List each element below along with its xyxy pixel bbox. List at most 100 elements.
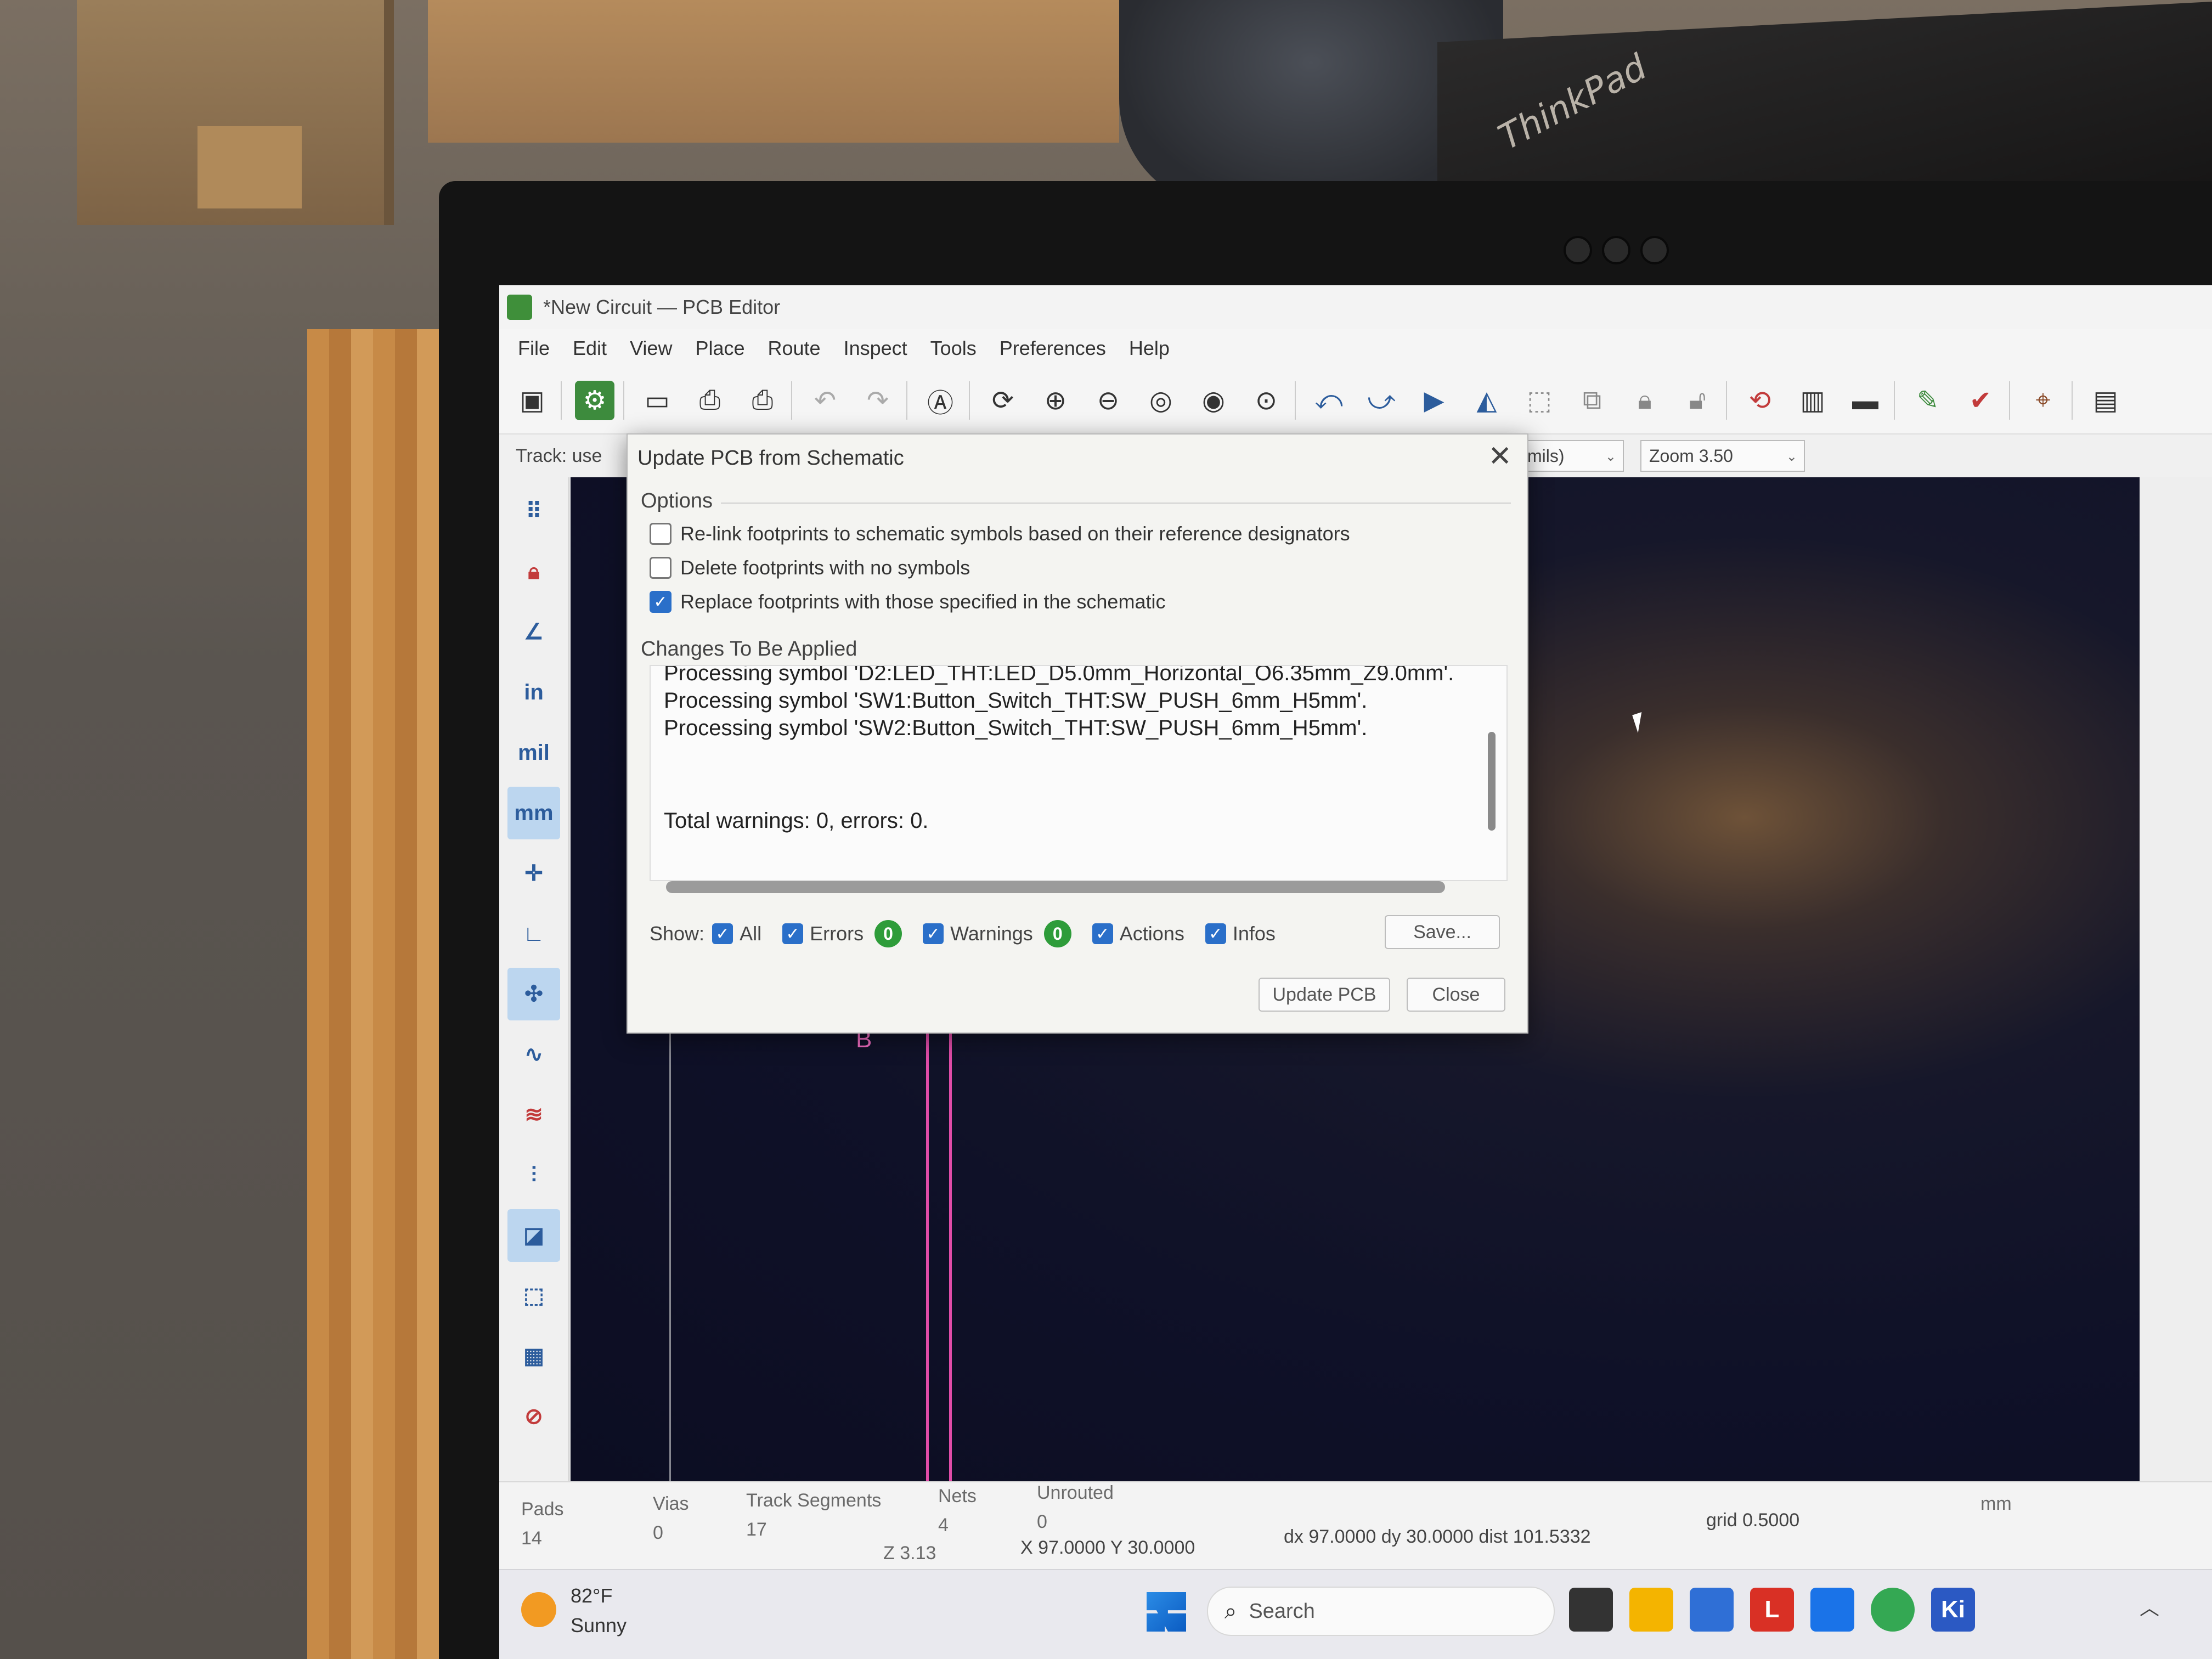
filter-warnings[interactable]: ✓ Warnings 0 <box>923 920 1071 947</box>
units-mil-button[interactable]: mil <box>507 726 560 779</box>
via-icon[interactable]: ◪ <box>507 1209 560 1262</box>
filter-infos-checkbox[interactable]: ✓ <box>1205 923 1226 944</box>
units-mm-button[interactable]: mm <box>507 787 560 839</box>
board-setup-icon[interactable]: ⚙ <box>575 381 614 420</box>
weather-condition[interactable]: Sunny <box>571 1614 627 1637</box>
filter-warnings-checkbox[interactable]: ✓ <box>923 923 944 944</box>
toolbar-separator <box>969 381 970 420</box>
group-icon[interactable]: ⬚ <box>1520 381 1559 420</box>
zoom-objects-icon[interactable]: ◉ <box>1194 381 1233 420</box>
track-outline-icon[interactable]: ⫶ <box>507 1149 560 1201</box>
zoom-selection-icon[interactable]: ⊙ <box>1246 381 1286 420</box>
horizontal-scrollbar[interactable] <box>666 881 1445 893</box>
refresh-icon[interactable]: ⟳ <box>983 381 1023 420</box>
save-report-button[interactable]: Save... <box>1385 915 1500 949</box>
menu-tools[interactable]: Tools <box>930 337 977 360</box>
menu-view[interactable]: View <box>630 337 672 360</box>
update-pcb-button[interactable]: Update PCB <box>1259 978 1390 1012</box>
menu-file[interactable]: File <box>518 337 550 360</box>
weather-temperature[interactable]: 82°F <box>571 1584 612 1607</box>
menu-place[interactable]: Place <box>695 337 744 360</box>
undo-icon[interactable]: ↶ <box>805 381 845 420</box>
track-width-label[interactable]: Track: use <box>516 445 602 467</box>
lock-icon[interactable]: 🔒︎ <box>507 545 560 598</box>
via-size-select[interactable]: mils) ⌄ <box>1520 440 1624 472</box>
rotate-ccw-icon[interactable]: ⤺ <box>1309 381 1348 420</box>
polar-coords-icon[interactable]: ∠ <box>507 606 560 658</box>
vertical-scrollbar[interactable] <box>1488 732 1496 831</box>
filter-all-label: All <box>740 922 762 945</box>
file-explorer-icon[interactable] <box>1629 1588 1673 1632</box>
chrome-icon[interactable] <box>1871 1588 1915 1632</box>
drc-icon[interactable]: ✔ <box>1961 381 2000 420</box>
sun-icon[interactable] <box>521 1592 556 1627</box>
filter-errors-checkbox[interactable]: ✓ <box>782 923 804 944</box>
close-button[interactable]: Close <box>1407 978 1505 1012</box>
ungroup-icon[interactable]: ⧉ <box>1572 381 1612 420</box>
chevron-down-icon: ⌄ <box>1605 449 1616 464</box>
right-toolbar <box>2140 477 2212 1481</box>
grid-icon[interactable]: ⠿ <box>507 485 560 538</box>
zone-outline-icon[interactable]: ▦ <box>507 1330 560 1383</box>
relink-footprints-option[interactable]: Re-link footprints to schematic symbols … <box>650 522 1350 545</box>
schematic-icon[interactable]: ⌖ <box>2023 381 2063 420</box>
tray-chevron-icon[interactable]: ︿ <box>2140 1592 2159 1621</box>
zoom-select[interactable]: Zoom 3.50 ⌄ <box>1640 440 1805 472</box>
update-pcb-icon[interactable]: ⟲ <box>1740 381 1780 420</box>
footprint-editor-icon[interactable]: ▥ <box>1793 381 1832 420</box>
toolbar-separator <box>1295 381 1296 420</box>
footprint-browser-icon[interactable]: ▬ <box>1846 381 1885 420</box>
filter-actions-checkbox[interactable]: ✓ <box>1092 923 1113 944</box>
filter-infos[interactable]: ✓ Infos <box>1205 922 1276 945</box>
menu-help[interactable]: Help <box>1129 337 1170 360</box>
zoom-fit-icon[interactable]: ◎ <box>1141 381 1181 420</box>
page-settings-icon[interactable]: ▭ <box>637 381 677 420</box>
filter-errors[interactable]: ✓ Errors 0 <box>782 920 902 947</box>
windows-start-icon[interactable] <box>1147 1592 1186 1632</box>
replace-footprints-checkbox[interactable]: ✓ <box>650 591 672 613</box>
relink-checkbox[interactable] <box>650 523 672 545</box>
delete-footprints-checkbox[interactable] <box>650 557 672 579</box>
scripting-console-icon[interactable]: ▤ <box>2086 381 2125 420</box>
netlist-icon[interactable]: ✎ <box>1908 381 1948 420</box>
zoom-out-icon[interactable]: ⊖ <box>1088 381 1128 420</box>
drc-marker-icon[interactable]: ⊘ <box>507 1390 560 1443</box>
net-highlight-icon[interactable]: ≋ <box>507 1088 560 1141</box>
print-icon[interactable]: ⎙ <box>690 381 730 420</box>
filter-all-checkbox[interactable]: ✓ <box>712 923 733 944</box>
flip-icon[interactable]: ▶ <box>1414 381 1454 420</box>
filter-actions[interactable]: ✓ Actions <box>1092 922 1184 945</box>
app-l-icon[interactable]: L <box>1750 1588 1794 1632</box>
taskbar-search[interactable]: ⌕ Search <box>1207 1587 1555 1636</box>
outlook-icon[interactable] <box>1810 1588 1854 1632</box>
tracks-stat: Track Segments 17 <box>746 1490 882 1540</box>
rotate-cw-icon[interactable]: ⤻ <box>1362 381 1401 420</box>
units-inch-button[interactable]: in <box>507 666 560 719</box>
delete-footprints-option[interactable]: Delete footprints with no symbols <box>650 556 970 579</box>
cursor-icon[interactable]: ✛ <box>507 847 560 900</box>
task-view-icon[interactable] <box>1569 1588 1613 1632</box>
menu-route[interactable]: Route <box>768 337 821 360</box>
unlock-icon[interactable]: 🔓︎ <box>1678 381 1717 420</box>
save-icon[interactable]: ▣ <box>512 381 552 420</box>
plot-icon[interactable]: ⎙ <box>743 381 782 420</box>
ratsnest-icon[interactable]: ✣ <box>507 968 560 1020</box>
zone-icon[interactable]: ⬚ <box>507 1269 560 1322</box>
update-pcb-dialog: Update PCB from Schematic ✕ Options Re-l… <box>627 433 1528 1034</box>
menu-edit[interactable]: Edit <box>573 337 607 360</box>
lock-icon[interactable]: 🔒︎ <box>1625 381 1664 420</box>
measure-icon[interactable]: ∟ <box>507 907 560 960</box>
changes-log[interactable]: Processing symbol 'D2:LED_THT:LED_D5.0mm… <box>650 665 1508 881</box>
filter-all[interactable]: ✓ All <box>712 922 761 945</box>
replace-footprints-option[interactable]: ✓ Replace footprints with those specifie… <box>650 590 1165 613</box>
store-icon[interactable] <box>1690 1588 1734 1632</box>
menu-inspect[interactable]: Inspect <box>844 337 907 360</box>
redo-icon[interactable]: ↷ <box>858 381 898 420</box>
kicad-icon[interactable]: Ki <box>1931 1588 1975 1632</box>
close-icon[interactable]: ✕ <box>1488 440 1512 473</box>
menu-preferences[interactable]: Preferences <box>1000 337 1106 360</box>
curved-ratsnest-icon[interactable]: ∿ <box>507 1028 560 1081</box>
mirror-icon[interactable]: ◭ <box>1467 381 1506 420</box>
find-icon[interactable]: Ⓐ <box>921 381 960 420</box>
zoom-in-icon[interactable]: ⊕ <box>1036 381 1075 420</box>
